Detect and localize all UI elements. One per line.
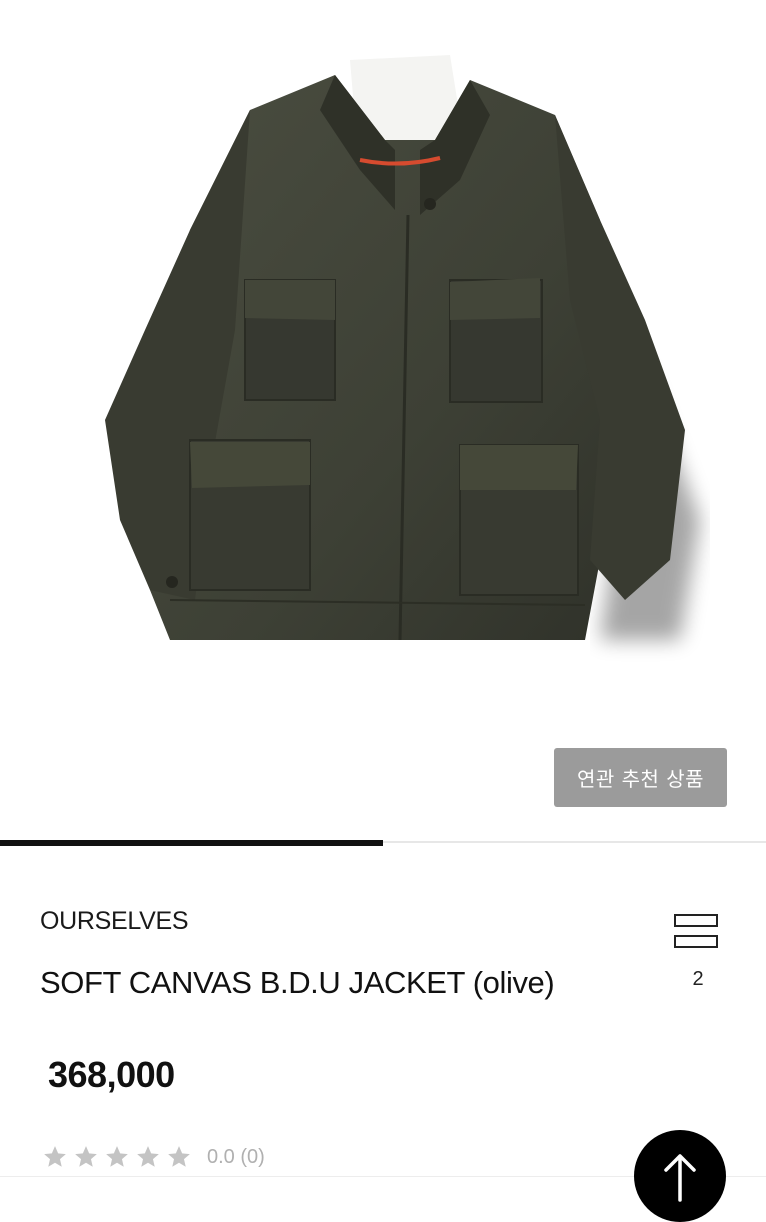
star-icon	[137, 1146, 159, 1167]
list-layout-icon	[674, 914, 718, 927]
layout-toggle-button[interactable]: 2	[672, 912, 724, 992]
star-icon	[106, 1146, 128, 1167]
rating-text: 0.0 (0)	[207, 1145, 265, 1168]
layout-count: 2	[692, 968, 704, 990]
arrow-up-icon	[664, 1154, 696, 1202]
rating[interactable]: 0.0 (0)	[42, 1142, 265, 1172]
product-price: 368,000	[48, 1054, 175, 1095]
related-products-button[interactable]: 연관 추천 상품	[554, 748, 727, 807]
list-layout-icon-lower	[674, 935, 718, 948]
product-title: SOFT CANVAS B.D.U JACKET (olive)	[40, 965, 555, 1000]
star-icon	[75, 1146, 97, 1167]
brand-name[interactable]: OURSELVES	[40, 907, 189, 936]
product-image[interactable]	[0, 0, 766, 720]
scroll-to-top-button[interactable]	[634, 1130, 726, 1222]
star-icon	[168, 1146, 190, 1167]
image-carousel-progress-fill	[0, 840, 383, 846]
star-icon	[44, 1146, 66, 1167]
jacket-illustration	[105, 55, 700, 641]
